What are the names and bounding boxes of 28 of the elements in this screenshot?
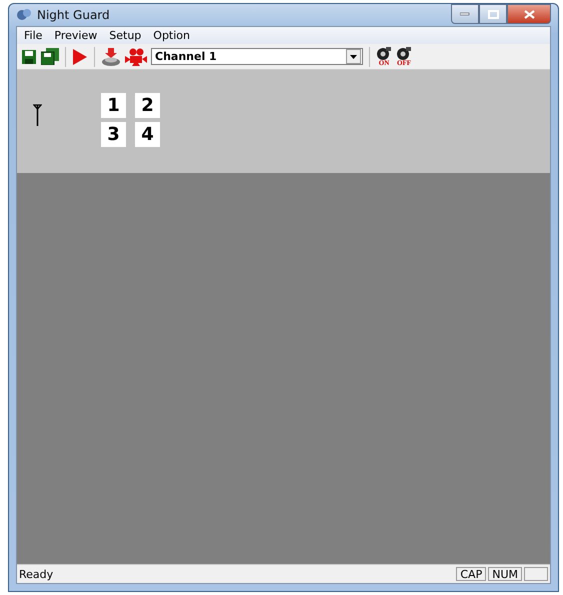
- antenna-icon: [33, 104, 42, 126]
- maximize-icon: [488, 10, 498, 18]
- save-icon[interactable]: [21, 48, 37, 64]
- status-panel: [524, 567, 548, 581]
- status-indicator: NUM: [488, 567, 522, 581]
- status-text: Ready: [19, 568, 54, 580]
- channel-button[interactable]: 1: [101, 93, 126, 118]
- video-camera-icon[interactable]: [125, 48, 147, 66]
- channel-button[interactable]: 2: [135, 93, 160, 118]
- menu-item[interactable]: Option: [148, 29, 195, 42]
- menu-item[interactable]: Setup: [104, 29, 146, 42]
- status-indicator: CAP: [456, 567, 486, 581]
- channel-button[interactable]: 3: [101, 122, 126, 147]
- close-button[interactable]: [507, 4, 551, 24]
- maximize-button[interactable]: [479, 4, 507, 24]
- minimize-icon: [460, 12, 470, 16]
- app-icon: [16, 8, 32, 22]
- channel-button[interactable]: 4: [135, 122, 160, 147]
- menu-item[interactable]: File: [19, 29, 48, 42]
- menu-item[interactable]: Preview: [49, 29, 102, 42]
- channel-dropdown[interactable]: Channel 1: [151, 48, 363, 65]
- play-icon[interactable]: [72, 48, 88, 66]
- close-icon: [524, 10, 534, 18]
- minimize-button[interactable]: [451, 4, 479, 24]
- save-all-icon[interactable]: [41, 48, 59, 65]
- caret-icon: [350, 54, 357, 58]
- download-icon[interactable]: [101, 48, 121, 66]
- window-title: Night Guard: [37, 8, 110, 22]
